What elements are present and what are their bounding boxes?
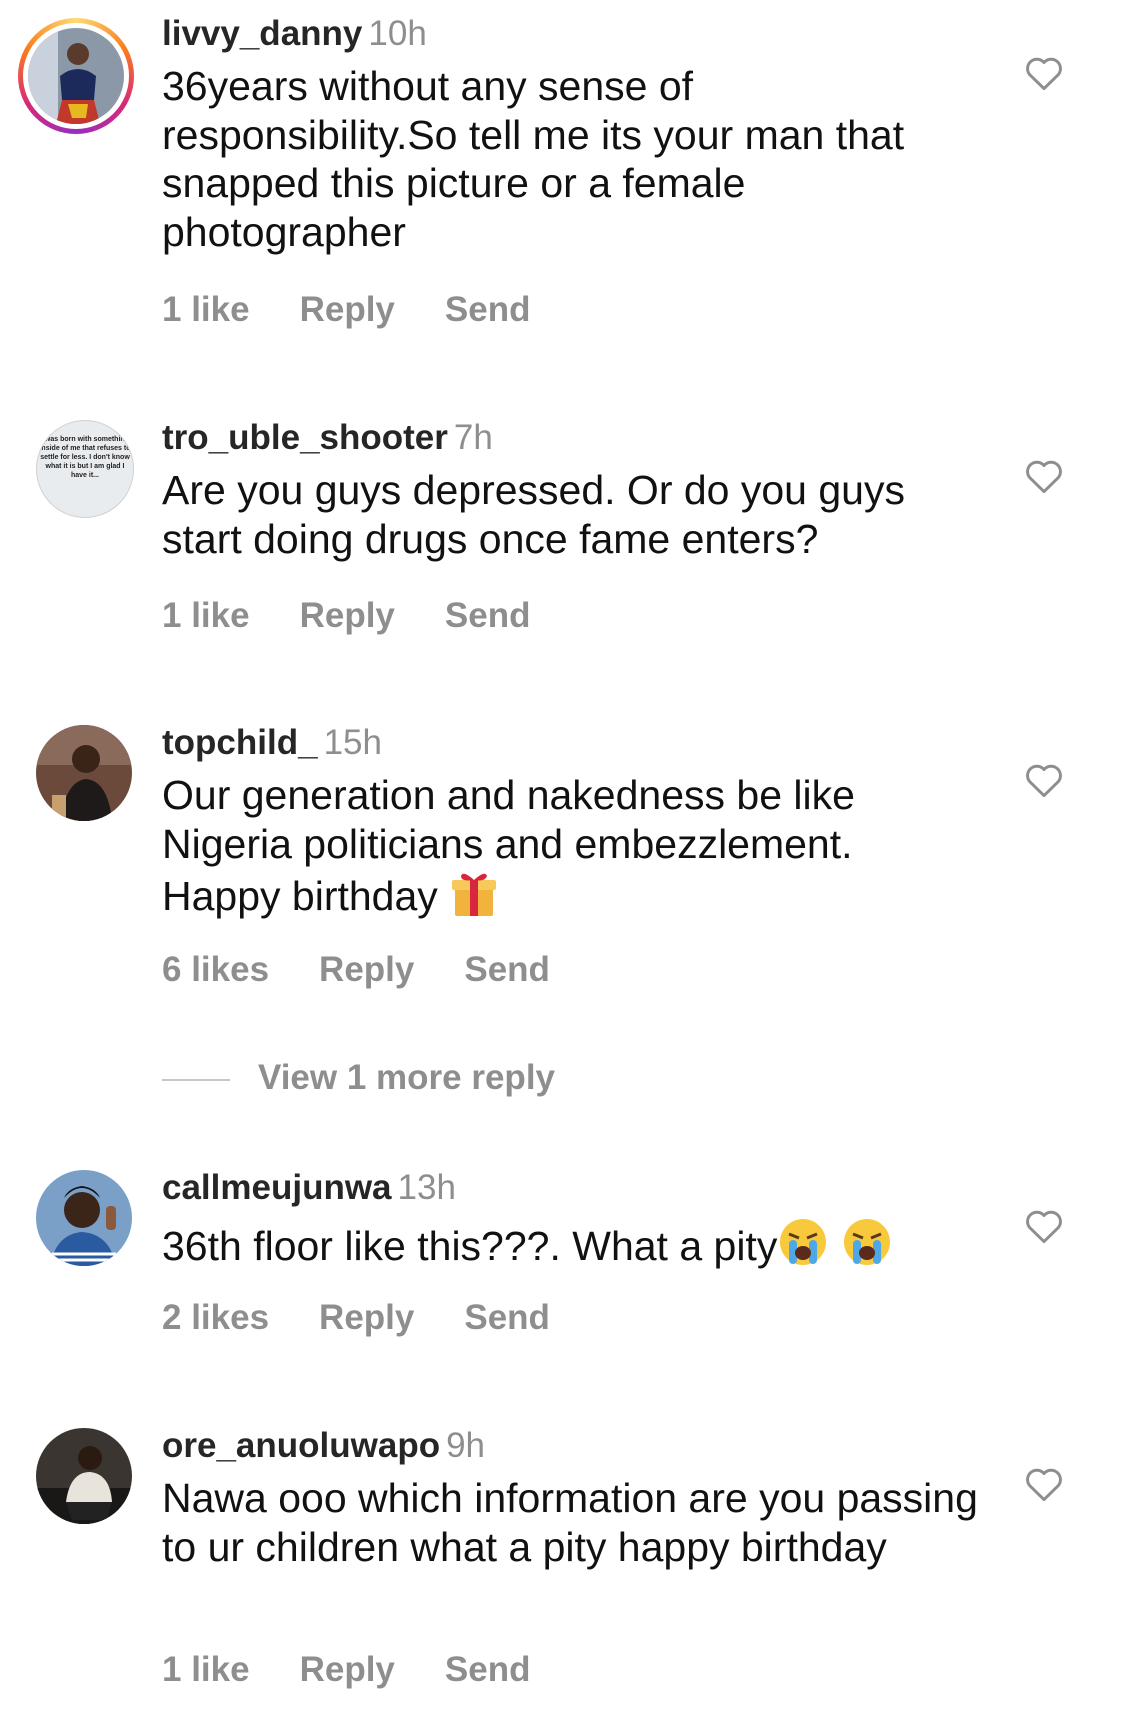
comment-time: 10h (368, 14, 427, 53)
like-count[interactable]: 1 like (162, 596, 250, 635)
comment-text: Nawa ooo which information are you passi… (162, 1475, 978, 1570)
avatar-text: I was born with something inside of me t… (39, 436, 131, 479)
crying-face-emoji (841, 1216, 893, 1279)
comment-time: 13h (397, 1168, 456, 1207)
like-count[interactable]: 1 like (162, 290, 250, 329)
comment-username[interactable]: tro_uble_shooter (162, 418, 448, 457)
heart-outline-icon[interactable] (1024, 1208, 1064, 1244)
avatar (28, 28, 124, 124)
comment-time: 15h (323, 723, 382, 762)
reply-button[interactable]: Reply (319, 1298, 414, 1337)
view-more-label: View 1 more reply (258, 1058, 556, 1097)
comment-text: Are you guys depressed. Or do you guys s… (162, 467, 905, 562)
reply-button[interactable]: Reply (300, 596, 395, 635)
heart-outline-icon[interactable] (1024, 762, 1064, 798)
send-button[interactable]: Send (445, 290, 531, 329)
send-button[interactable]: Send (445, 596, 531, 635)
comment-username[interactable]: topchild_ (162, 723, 318, 762)
like-count[interactable]: 2 likes (162, 1298, 269, 1337)
avatar[interactable] (36, 725, 132, 821)
like-count[interactable]: 1 like (162, 1650, 250, 1689)
comment-time: 7h (453, 418, 493, 457)
comment-username[interactable]: livvy_danny (162, 14, 362, 53)
send-button[interactable]: Send (445, 1650, 531, 1689)
reply-button[interactable]: Reply (300, 290, 395, 329)
avatar[interactable] (36, 1428, 132, 1524)
comment-username[interactable]: ore_anuoluwapo (162, 1426, 440, 1465)
send-button[interactable]: Send (464, 950, 550, 989)
send-button[interactable]: Send (464, 1298, 550, 1337)
avatar-story-ring[interactable] (18, 18, 134, 134)
heart-outline-icon[interactable] (1024, 458, 1064, 494)
view-more-replies-button[interactable]: View 1 more reply (162, 1058, 555, 1098)
heart-outline-icon[interactable] (1024, 1466, 1064, 1502)
comment-time: 9h (446, 1426, 486, 1465)
like-count[interactable]: 6 likes (162, 950, 269, 989)
avatar[interactable]: I was born with something inside of me t… (36, 420, 134, 518)
divider-line (162, 1078, 230, 1081)
crying-face-emoji (777, 1216, 829, 1279)
avatar[interactable] (36, 1170, 132, 1266)
reply-button[interactable]: Reply (319, 950, 414, 989)
comment-username[interactable]: callmeujunwa (162, 1168, 392, 1207)
heart-outline-icon[interactable] (1024, 55, 1064, 91)
gift-emoji (449, 868, 499, 929)
comment-text: 36th floor like this???. What a pity (162, 1216, 1022, 1279)
reply-button[interactable]: Reply (300, 1650, 395, 1689)
comment-text: Our generation and nakedness be like Nig… (162, 771, 982, 929)
comment-text: 36years without any sense of responsibil… (162, 63, 905, 255)
